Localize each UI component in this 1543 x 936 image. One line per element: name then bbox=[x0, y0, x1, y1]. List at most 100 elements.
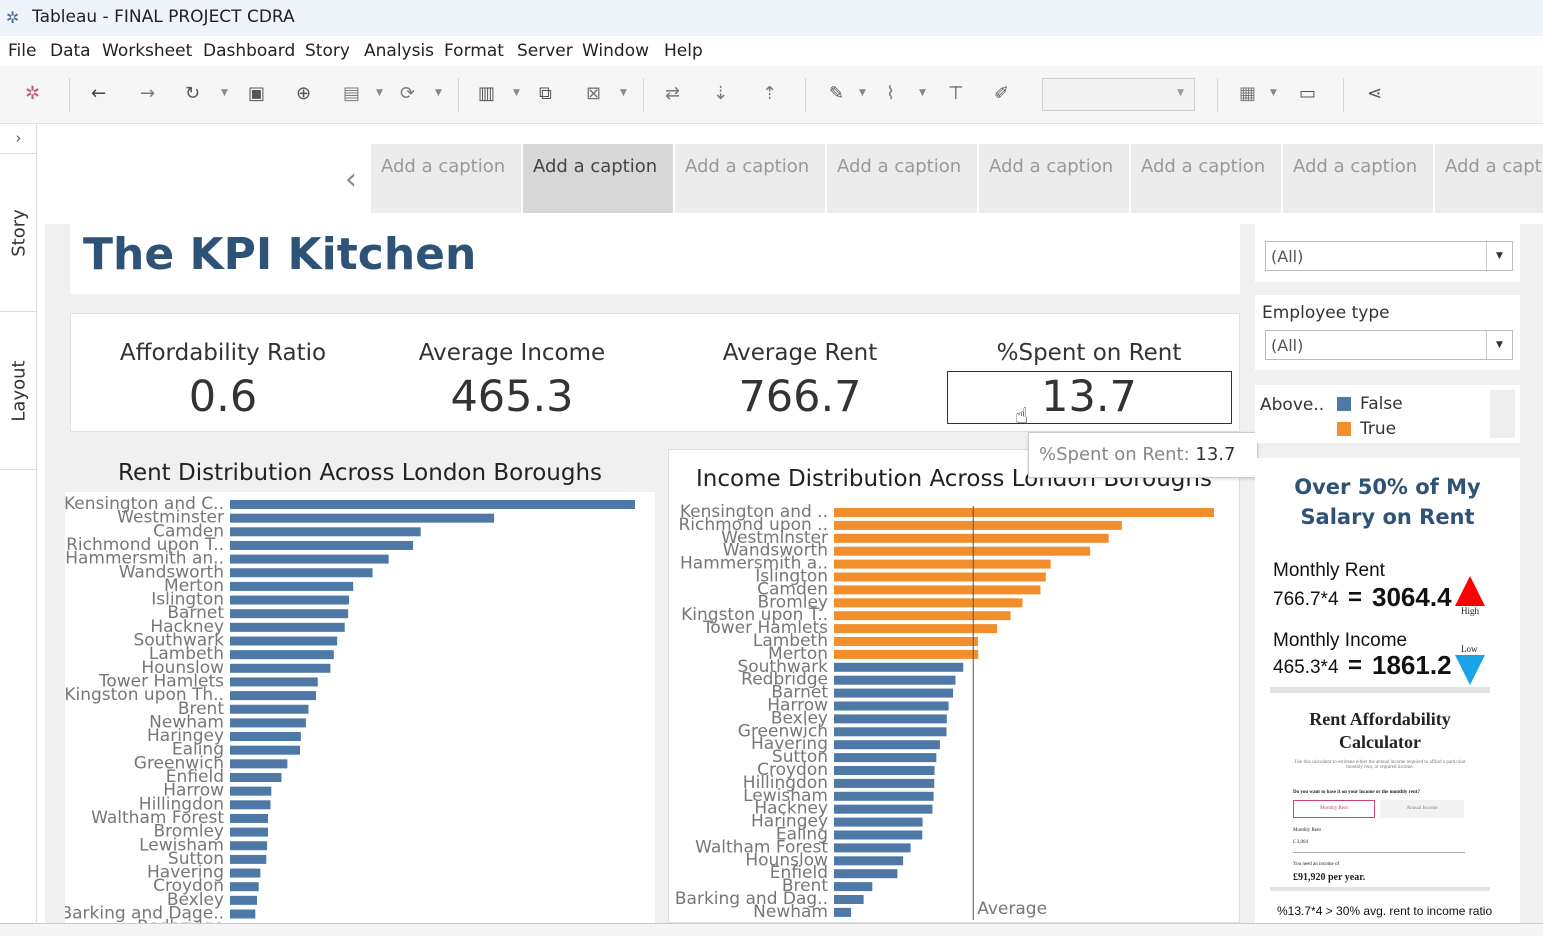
income-bar[interactable] bbox=[834, 701, 949, 711]
legend-swatch-false[interactable] bbox=[1337, 397, 1351, 411]
fit-select[interactable]: ▼ bbox=[1042, 78, 1195, 111]
chevron-down-icon[interactable]: ▼ bbox=[513, 88, 520, 98]
rent-bar[interactable] bbox=[230, 595, 349, 605]
story-point-3[interactable]: Add a caption bbox=[675, 144, 825, 213]
menu-server[interactable]: Server bbox=[517, 41, 573, 61]
story-previous-button[interactable]: ‹ bbox=[345, 162, 357, 197]
share-icon[interactable]: ⋖ bbox=[1367, 84, 1382, 104]
story-point-7[interactable]: Add a caption bbox=[1283, 144, 1433, 213]
sort-descending-icon[interactable]: ⇡ bbox=[762, 84, 777, 104]
duplicate-icon[interactable]: ⧉ bbox=[539, 84, 552, 104]
income-bar[interactable] bbox=[834, 508, 1214, 517]
expand-panel-button[interactable]: › bbox=[0, 124, 37, 154]
income-bar[interactable] bbox=[834, 572, 1046, 582]
chevron-down-icon[interactable]: ▼ bbox=[376, 88, 383, 98]
story-point-1[interactable]: Add a caption bbox=[371, 144, 521, 213]
income-bar[interactable] bbox=[834, 778, 935, 788]
legend-scrollbar[interactable] bbox=[1490, 390, 1515, 438]
income-bar[interactable] bbox=[834, 585, 1041, 595]
rent-bar[interactable] bbox=[230, 868, 261, 878]
tab-story[interactable]: Story bbox=[0, 154, 37, 312]
legend-swatch-true[interactable] bbox=[1337, 422, 1351, 436]
menu-story[interactable]: Story bbox=[305, 41, 350, 61]
redo-icon[interactable]: → bbox=[140, 84, 155, 104]
filter-1-select[interactable]: (All) ▼ bbox=[1265, 241, 1513, 271]
income-bar[interactable] bbox=[834, 598, 1023, 608]
story-point-5[interactable]: Add a caption bbox=[979, 144, 1129, 213]
presentation-icon[interactable]: ▭ bbox=[1299, 84, 1316, 104]
chevron-down-icon[interactable]: ▼ bbox=[919, 88, 926, 98]
rent-bar[interactable] bbox=[230, 786, 272, 796]
income-bar[interactable] bbox=[834, 533, 1109, 543]
tab-layout[interactable]: Layout bbox=[0, 312, 37, 470]
menu-worksheet[interactable]: Worksheet bbox=[102, 41, 192, 61]
menu-file[interactable]: File bbox=[8, 41, 36, 61]
rent-bar[interactable] bbox=[230, 636, 338, 646]
rent-bar[interactable] bbox=[230, 513, 495, 523]
rent-bar[interactable] bbox=[230, 691, 317, 701]
rent-bar[interactable] bbox=[230, 827, 268, 837]
income-bar[interactable] bbox=[834, 817, 923, 827]
income-bar[interactable] bbox=[834, 791, 934, 801]
income-bar[interactable] bbox=[834, 662, 964, 672]
income-bar[interactable] bbox=[834, 907, 852, 917]
income-bar[interactable] bbox=[834, 740, 940, 750]
rent-distribution-chart[interactable]: Rent Distribution Across London Boroughs… bbox=[60, 454, 655, 936]
income-bar[interactable] bbox=[834, 895, 864, 904]
rent-bar[interactable] bbox=[230, 540, 414, 550]
rent-bar[interactable] bbox=[230, 568, 373, 578]
income-bar[interactable] bbox=[834, 546, 1091, 556]
legend-label-false[interactable]: False bbox=[1360, 394, 1403, 414]
group-icon[interactable]: ⌇ bbox=[886, 84, 895, 104]
new-data-source-icon[interactable]: ⊕ bbox=[296, 84, 311, 104]
chevron-down-icon[interactable]: ▼ bbox=[1270, 88, 1277, 98]
clear-sheet-icon[interactable]: ⊠ bbox=[586, 84, 601, 104]
rent-bar[interactable] bbox=[230, 527, 421, 537]
income-bar[interactable] bbox=[834, 804, 933, 814]
highlight-icon[interactable]: ✎ bbox=[829, 84, 844, 104]
income-bar[interactable] bbox=[834, 753, 937, 763]
income-bar[interactable] bbox=[834, 882, 873, 892]
menu-help[interactable]: Help bbox=[664, 41, 703, 61]
rent-bar[interactable] bbox=[230, 718, 306, 728]
tableau-home-icon[interactable]: ✲ bbox=[25, 84, 40, 104]
rent-bar[interactable] bbox=[230, 909, 256, 919]
rent-bar[interactable] bbox=[230, 554, 389, 564]
income-bar[interactable] bbox=[834, 830, 923, 840]
rent-bar[interactable] bbox=[230, 581, 354, 591]
rent-bar[interactable] bbox=[230, 813, 268, 823]
rent-bar[interactable] bbox=[230, 800, 271, 810]
income-bar[interactable] bbox=[834, 714, 947, 724]
rent-bar[interactable] bbox=[230, 609, 349, 619]
story-point-2[interactable]: Add a caption bbox=[523, 144, 673, 213]
income-bar[interactable] bbox=[834, 869, 898, 879]
pin-icon[interactable]: ✐ bbox=[994, 84, 1009, 104]
income-bar[interactable] bbox=[834, 856, 904, 866]
income-bar[interactable] bbox=[834, 766, 935, 775]
rent-bar[interactable] bbox=[230, 773, 282, 782]
chevron-down-icon[interactable]: ▼ bbox=[620, 88, 627, 98]
rent-bar[interactable] bbox=[230, 895, 257, 905]
income-bar[interactable] bbox=[834, 559, 1051, 569]
replay-icon[interactable]: ↻ bbox=[185, 84, 200, 104]
save-icon[interactable]: ▣ bbox=[248, 84, 265, 104]
refresh-icon[interactable]: ⟳ bbox=[400, 84, 415, 104]
menu-analysis[interactable]: Analysis bbox=[364, 41, 434, 61]
income-bar[interactable] bbox=[834, 727, 947, 737]
income-bar[interactable] bbox=[834, 688, 954, 698]
rent-bar[interactable] bbox=[230, 704, 309, 714]
rent-bar[interactable] bbox=[230, 663, 331, 673]
income-bar[interactable] bbox=[834, 843, 911, 853]
chevron-down-icon[interactable]: ▼ bbox=[859, 88, 866, 98]
income-distribution-chart[interactable]: Income Distribution Across London Boroug… bbox=[668, 449, 1240, 923]
chevron-down-icon[interactable]: ▼ bbox=[221, 88, 228, 98]
legend-label-true[interactable]: True bbox=[1360, 419, 1396, 439]
employee-type-select[interactable]: (All) ▼ bbox=[1265, 330, 1513, 360]
undo-icon[interactable]: ← bbox=[91, 84, 106, 104]
rent-bar[interactable] bbox=[230, 854, 267, 864]
income-bar[interactable] bbox=[834, 637, 978, 646]
new-worksheet-icon[interactable]: ▥ bbox=[478, 84, 495, 104]
sort-ascending-icon[interactable]: ⇣ bbox=[713, 84, 728, 104]
income-bar[interactable] bbox=[834, 520, 1122, 530]
show-labels-icon[interactable]: ⊤ bbox=[948, 84, 964, 104]
